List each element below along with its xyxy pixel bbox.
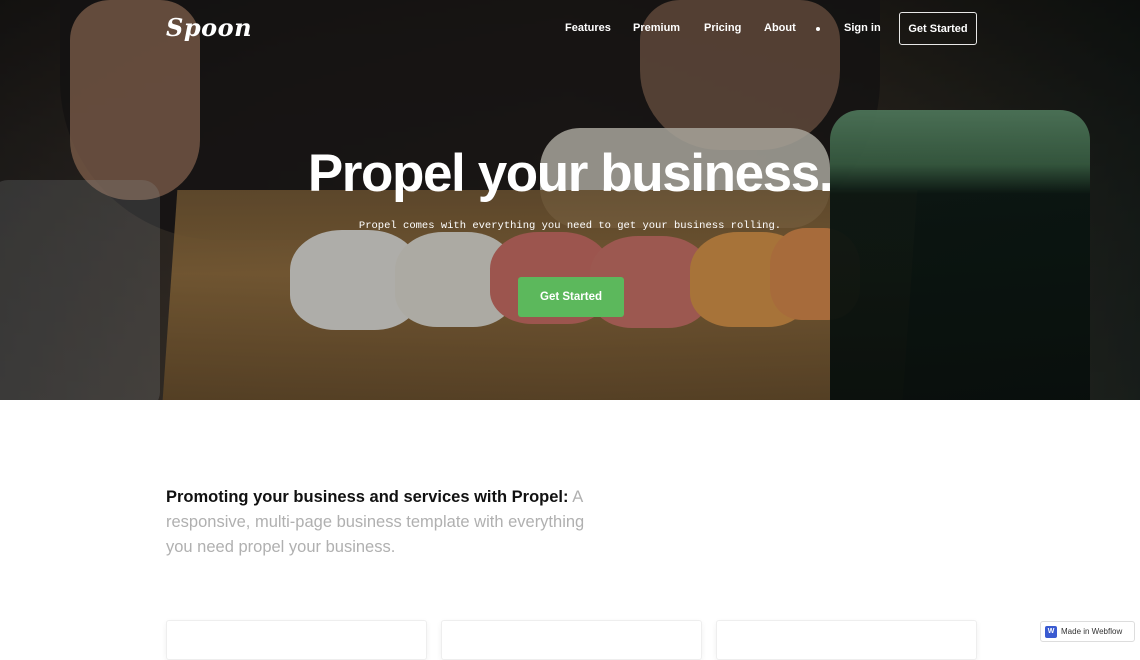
feature-card[interactable]: [716, 620, 977, 660]
intro-bold-text: Promoting your business and services wit…: [166, 488, 569, 506]
feature-card[interactable]: [166, 620, 427, 660]
hero-get-started-button[interactable]: Get Started: [518, 277, 624, 317]
made-in-webflow-badge[interactable]: W Made in Webflow: [1040, 621, 1135, 642]
hero-title: Propel your business.: [307, 144, 834, 203]
nav-link-sign-in[interactable]: Sign in: [844, 22, 881, 34]
nav-get-started-button[interactable]: Get Started: [899, 12, 977, 45]
webflow-icon: W: [1045, 625, 1057, 638]
feature-card[interactable]: [441, 620, 702, 660]
nav-link-features[interactable]: Features: [565, 22, 611, 34]
brand-logo[interactable]: Spoon: [166, 13, 252, 42]
nav-link-pricing[interactable]: Pricing: [704, 22, 741, 34]
nav-separator-dot: [816, 27, 820, 31]
badge-label: Made in Webflow: [1061, 627, 1123, 636]
top-navigation: Spoon Features Premium Pricing About Sig…: [0, 0, 1140, 60]
hero-subtitle: Propel comes with everything you need to…: [358, 220, 782, 232]
intro-paragraph: Promoting your business and services wit…: [166, 485, 586, 560]
nav-link-premium[interactable]: Premium: [633, 22, 680, 34]
nav-link-about[interactable]: About: [764, 22, 796, 34]
hero-section: Spoon Features Premium Pricing About Sig…: [0, 0, 1140, 400]
